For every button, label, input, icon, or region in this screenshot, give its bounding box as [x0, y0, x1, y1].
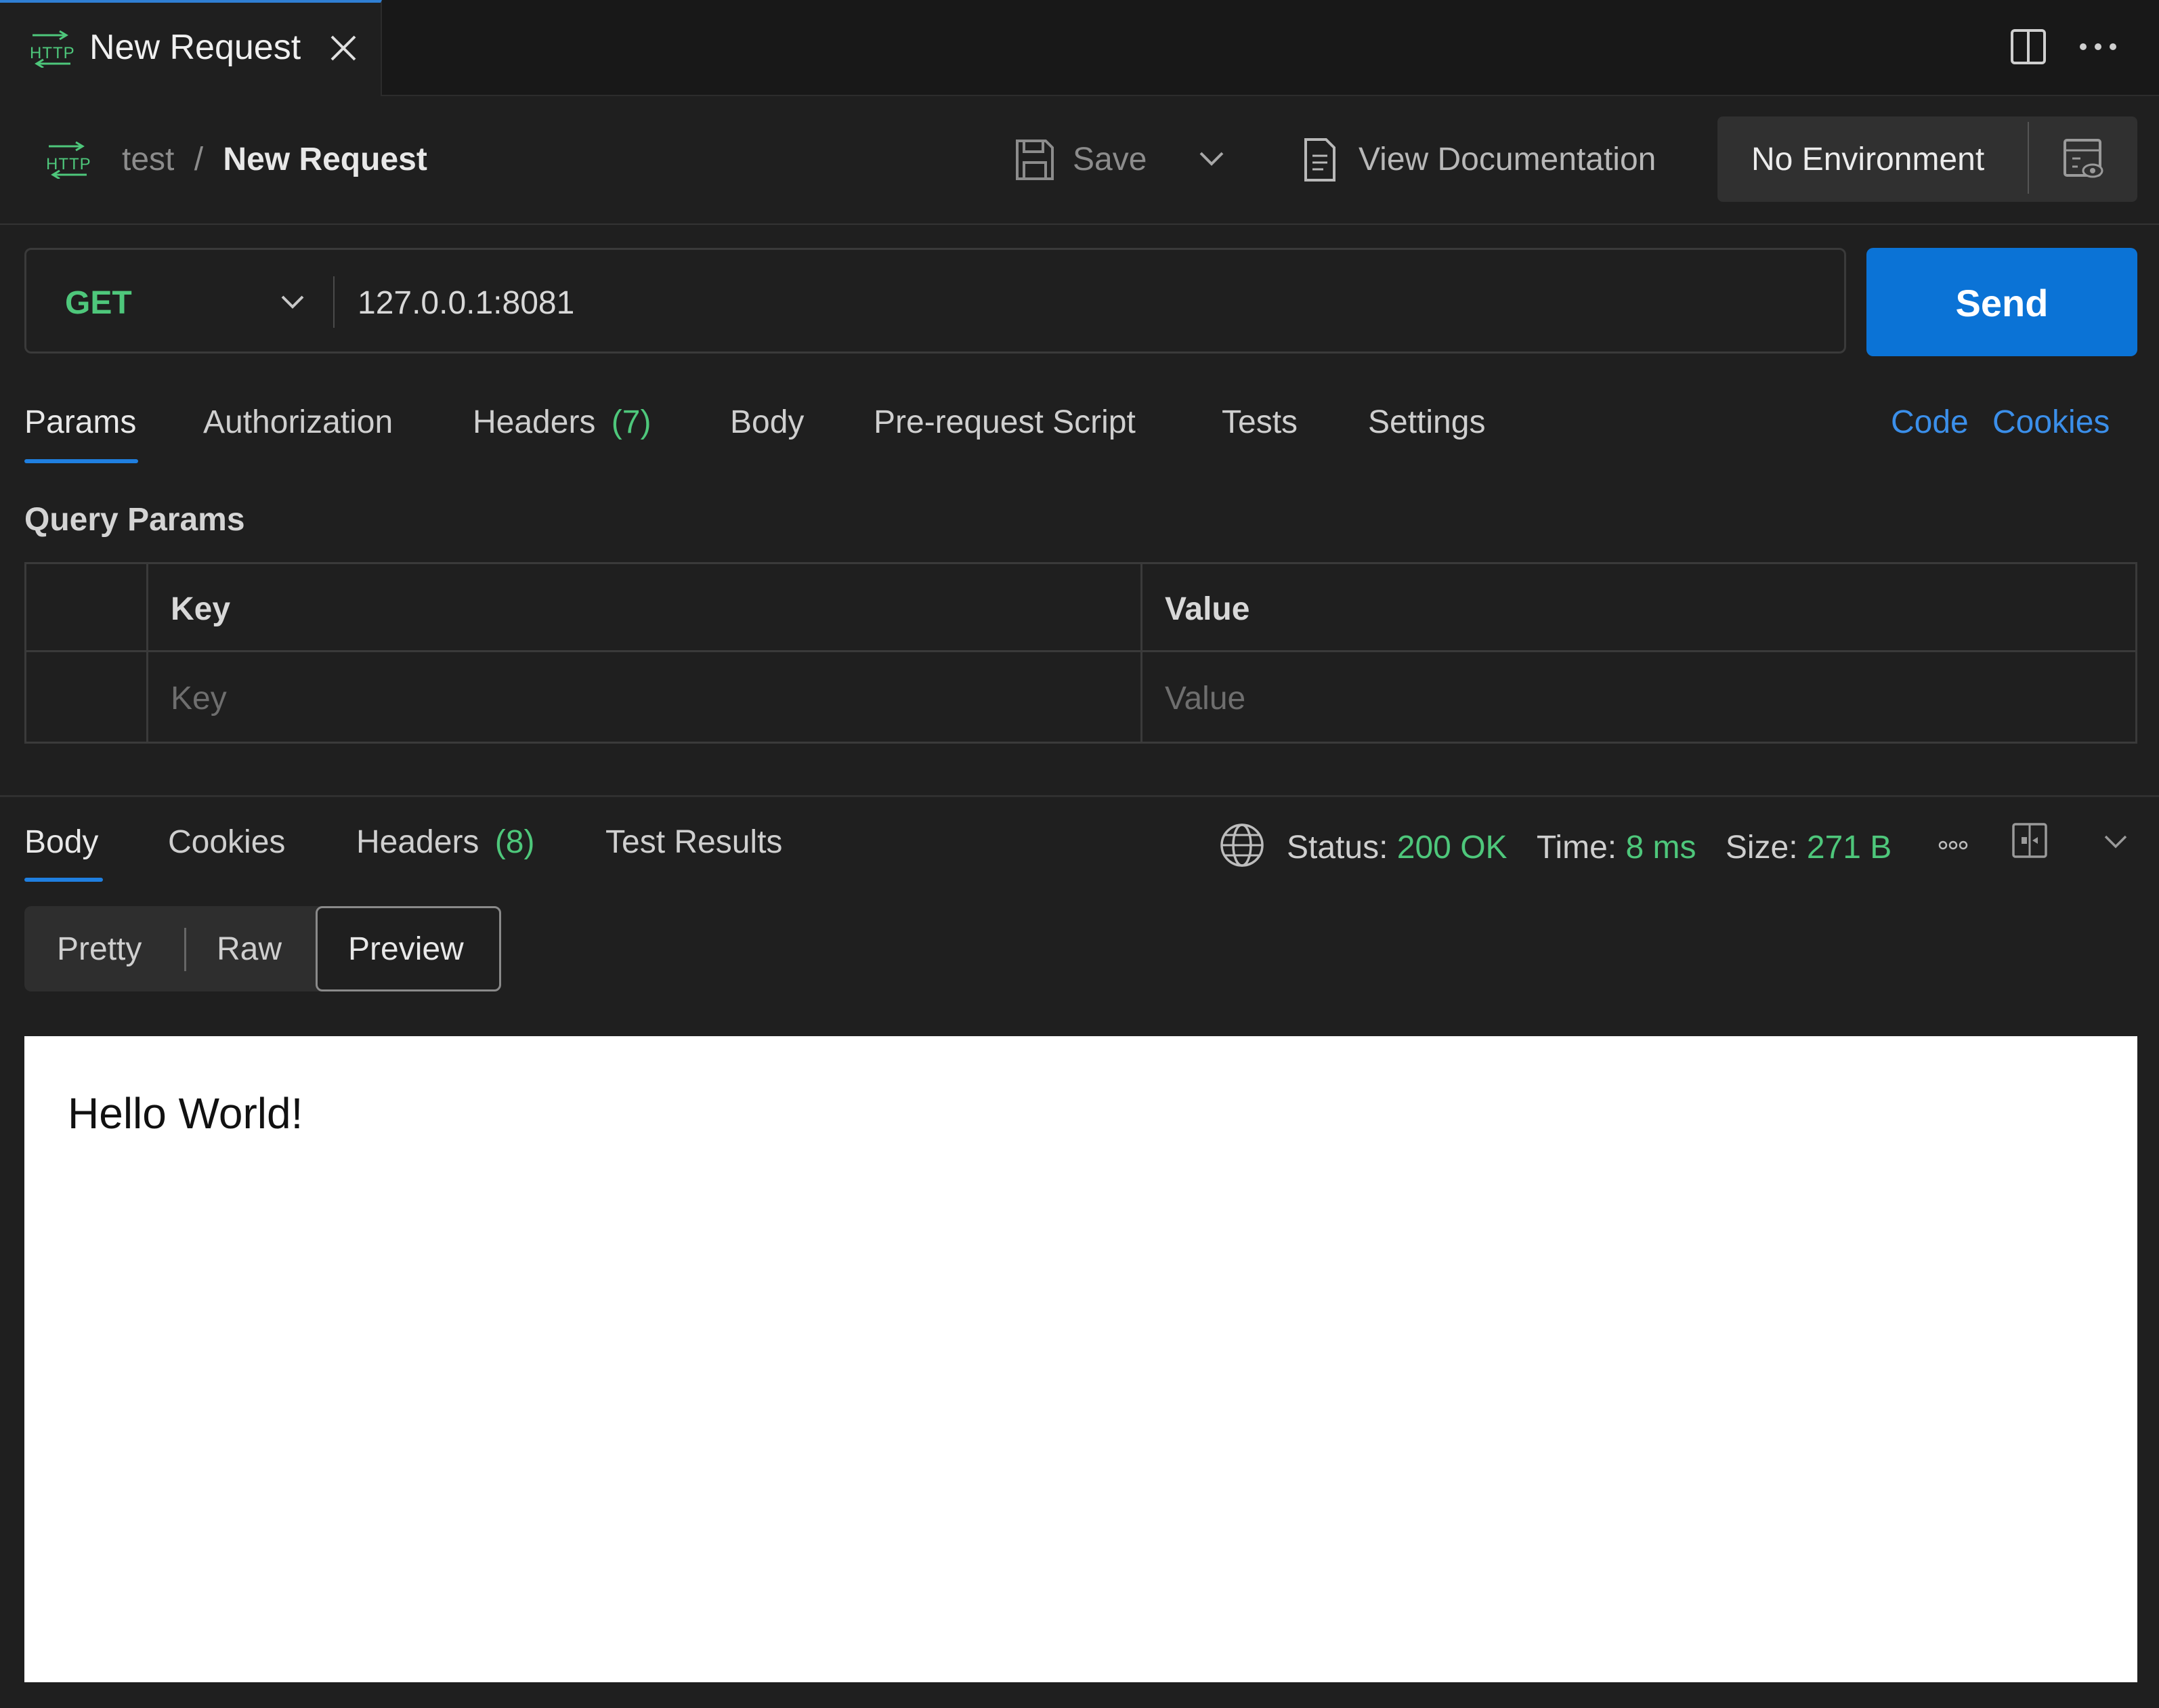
globe-icon[interactable]: [1219, 822, 1265, 868]
breadcrumb-collection[interactable]: test: [122, 142, 174, 177]
save-button[interactable]: Save: [1073, 140, 1147, 180]
param-key-input[interactable]: Key: [171, 679, 227, 719]
time-value: 8 ms: [1625, 830, 1696, 866]
environment-quick-look-icon[interactable]: [2063, 138, 2105, 182]
tab-body[interactable]: Body: [730, 402, 804, 443]
time-label: Time:: [1536, 830, 1617, 866]
response-status[interactable]: Status: 200 OK Time: 8 ms Size: 271 B: [1287, 828, 1891, 868]
response-tab-test-results[interactable]: Test Results: [605, 822, 782, 863]
view-mode-pretty[interactable]: Pretty: [57, 929, 142, 970]
code-link[interactable]: Code: [1891, 402, 1969, 443]
response-tab-body-underline: [24, 878, 103, 882]
query-params-title: Query Params: [24, 502, 245, 538]
tab-headers-count: (7): [611, 404, 651, 440]
response-tab-headers-count: (8): [494, 824, 535, 860]
tab-tests[interactable]: Tests: [1222, 402, 1298, 443]
view-mode-preview-label[interactable]: Preview: [348, 929, 464, 970]
chevron-down-icon[interactable]: [1199, 150, 1224, 167]
column-header-value: Value: [1165, 591, 1250, 627]
url-input[interactable]: 127.0.0.1:8081: [358, 283, 574, 324]
tab-pre-request-script[interactable]: Pre-request Script: [874, 402, 1136, 443]
tab-title[interactable]: New Request: [89, 26, 301, 69]
column-header-key: Key: [171, 591, 231, 627]
document-icon[interactable]: [1303, 137, 1337, 183]
size-label: Size:: [1725, 830, 1798, 866]
table-divider: [146, 562, 148, 744]
status-value: 200 OK: [1396, 830, 1508, 866]
breadcrumb-request-name[interactable]: New Request: [223, 142, 427, 177]
tab-params[interactable]: Params: [24, 402, 136, 443]
send-button-label[interactable]: Send: [1866, 282, 2137, 325]
view-mode-raw[interactable]: Raw: [217, 929, 282, 970]
param-value-input[interactable]: Value: [1165, 679, 1245, 719]
view-documentation-button[interactable]: View Documentation: [1359, 140, 1656, 180]
http-icon: HTTP: [27, 30, 76, 68]
breadcrumb-separator: /: [194, 142, 204, 177]
more-options-icon[interactable]: [1938, 840, 1968, 851]
tab-headers[interactable]: Headers (7): [473, 402, 651, 443]
method-selector[interactable]: GET: [65, 283, 132, 324]
table-divider: [24, 650, 2137, 652]
cookies-link[interactable]: Cookies: [1992, 402, 2110, 443]
view-mode-divider: [184, 928, 186, 971]
collapse-response-icon[interactable]: [2103, 834, 2128, 849]
more-options-icon[interactable]: [2079, 42, 2117, 51]
chevron-down-icon[interactable]: [280, 294, 305, 310]
tab-params-underline: [24, 459, 138, 463]
svg-text:HTTP: HTTP: [30, 44, 75, 62]
preview-content: Hello World!: [68, 1089, 303, 1138]
url-divider: [333, 276, 335, 328]
tab-authorization[interactable]: Authorization: [203, 402, 393, 443]
query-params-table: [24, 562, 2137, 744]
response-divider[interactable]: [0, 795, 2159, 797]
tab-settings[interactable]: Settings: [1368, 402, 1485, 443]
environment-label[interactable]: No Environment: [1751, 140, 1984, 180]
table-divider: [1140, 562, 1142, 744]
environment-divider: [2028, 122, 2029, 194]
http-icon: HTTP: [43, 141, 92, 179]
close-tab-icon[interactable]: [329, 34, 358, 62]
layout-toggle-icon[interactable]: [2011, 822, 2048, 859]
svg-text:HTTP: HTTP: [46, 155, 91, 173]
save-icon[interactable]: [1014, 138, 1055, 182]
size-value: 271 B: [1806, 830, 1892, 866]
split-view-icon[interactable]: [2010, 28, 2047, 65]
response-tab-headers-label: Headers: [356, 824, 479, 860]
breadcrumb: test / New Request: [122, 140, 427, 180]
tab-headers-label: Headers: [473, 404, 596, 440]
status-label: Status:: [1287, 830, 1388, 866]
response-tab-body[interactable]: Body: [24, 822, 98, 863]
response-preview: [24, 1036, 2137, 1682]
response-tab-headers[interactable]: Headers (8): [356, 822, 534, 863]
response-tab-cookies[interactable]: Cookies: [168, 822, 285, 863]
